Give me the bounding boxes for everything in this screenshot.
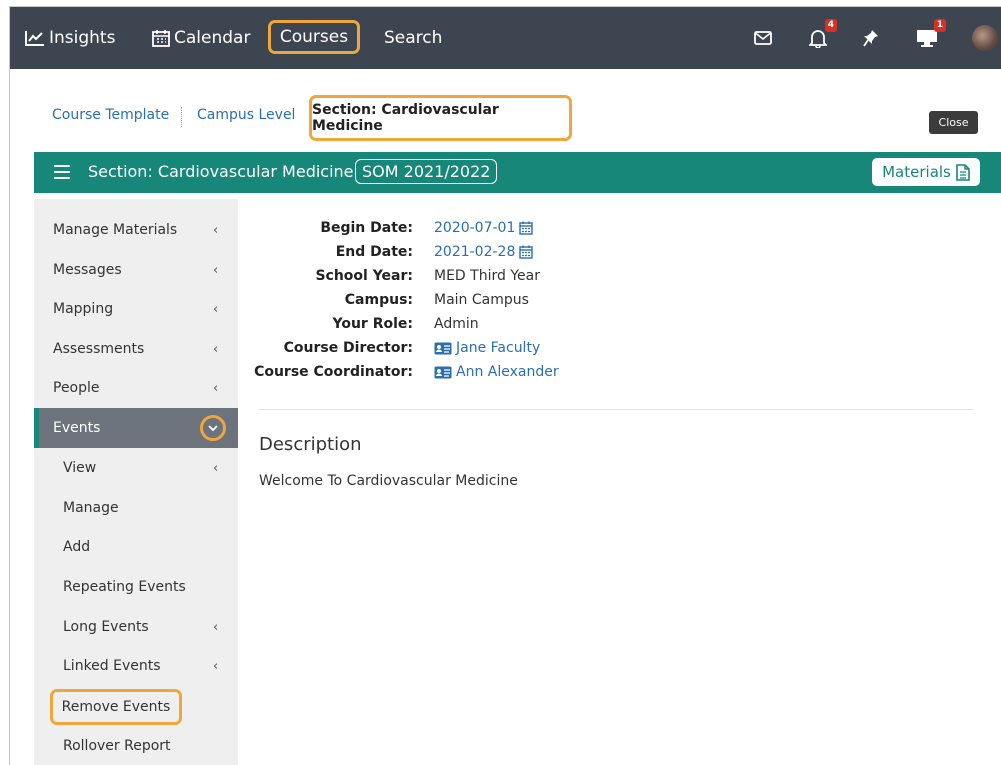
divider xyxy=(259,409,973,410)
nav-calendar-label: Calendar xyxy=(174,28,251,48)
role-label: Your Role: xyxy=(332,316,413,332)
sidebar-subitem-label: Linked Events xyxy=(63,658,161,674)
chevron-left-icon: ‹ xyxy=(213,341,219,357)
materials-button[interactable]: Materials xyxy=(872,158,980,186)
calendar-icon xyxy=(152,30,170,47)
calendar-icon[interactable] xyxy=(519,221,534,235)
mail-icon xyxy=(754,31,772,45)
sidebar-subitem-add[interactable]: Add xyxy=(34,527,238,567)
nav-courses[interactable]: Courses xyxy=(268,20,360,54)
sidebar-item-mapping[interactable]: Mapping ‹ xyxy=(34,289,238,329)
mail-button[interactable] xyxy=(748,23,778,53)
breadcrumb-separator xyxy=(181,107,182,127)
course-coordinator-label: Course Coordinator: xyxy=(254,364,413,380)
breadcrumb-campus-level[interactable]: Campus Level xyxy=(197,107,295,123)
school-year-value: MED Third Year xyxy=(434,268,540,284)
section-header: Section: Cardiovascular Medicine SOM 202… xyxy=(34,152,1001,193)
top-navbar: Insights Calendar Courses Search 4 1 xyxy=(10,7,1001,69)
app-frame: Insights Calendar Courses Search 4 1 Cou… xyxy=(9,6,1001,765)
sidebar-item-label: Assessments xyxy=(53,341,145,357)
role-value: Admin xyxy=(434,316,479,332)
breadcrumb-course-template[interactable]: Course Template xyxy=(52,107,169,123)
breadcrumb-section-label: Section: Cardiovascular Medicine xyxy=(312,102,499,134)
thumbtack-icon xyxy=(863,30,878,47)
notifications-button[interactable]: 4 xyxy=(803,19,837,53)
sidebar-item-events[interactable]: Events xyxy=(34,408,238,448)
begin-date-label: Begin Date: xyxy=(320,220,413,236)
sidebar-item-manage-materials[interactable]: Manage Materials ‹ xyxy=(34,210,238,250)
course-coordinator-name[interactable]: Ann Alexander xyxy=(456,364,559,380)
nav-courses-label: Courses xyxy=(279,27,349,47)
course-director-name[interactable]: Jane Faculty xyxy=(456,340,540,356)
end-date-value: 2021-02-28 xyxy=(434,244,537,260)
course-director-value[interactable]: Jane Faculty xyxy=(434,340,540,356)
nav-insights-label: Insights xyxy=(49,28,116,48)
campus-value: Main Campus xyxy=(434,292,529,308)
active-indicator xyxy=(34,408,39,448)
sidebar-subitem-label: Remove Events xyxy=(61,699,171,715)
breadcrumb-section[interactable]: Section: Cardiovascular Medicine xyxy=(309,95,572,141)
sidebar-item-label: Mapping xyxy=(53,301,114,317)
sidebar-item-label: Events xyxy=(53,420,101,436)
notifications-badge: 4 xyxy=(824,19,837,32)
chevron-left-icon: ‹ xyxy=(213,301,219,317)
nav-insights[interactable]: Insights xyxy=(25,7,115,69)
sidebar-subitem-label: Long Events xyxy=(63,619,149,635)
sidebar-item-label: Manage Materials xyxy=(53,222,178,238)
end-date-label: End Date: xyxy=(335,244,413,260)
sidebar-subitem-linked-events[interactable]: Linked Events ‹ xyxy=(34,646,238,686)
chevron-left-icon: ‹ xyxy=(213,380,219,396)
document-icon xyxy=(956,163,970,181)
sidebar: Manage Materials ‹ Messages ‹ Mapping ‹ … xyxy=(34,199,238,765)
sidebar-subitem-label: Add xyxy=(63,539,91,555)
close-button[interactable]: Close xyxy=(929,111,978,134)
sidebar-item-messages[interactable]: Messages ‹ xyxy=(34,250,238,290)
chevron-left-icon: ‹ xyxy=(213,222,219,238)
end-date-text[interactable]: 2021-02-28 xyxy=(434,244,515,260)
screen-button[interactable]: 1 xyxy=(912,19,946,53)
course-director-label: Course Director: xyxy=(283,340,413,356)
sidebar-subitem-label: Manage xyxy=(63,500,119,516)
pin-button[interactable] xyxy=(856,23,886,53)
sidebar-subitem-label: Rollover Report xyxy=(63,738,171,754)
hamburger-menu-icon[interactable] xyxy=(54,165,70,179)
calendar-icon[interactable] xyxy=(519,245,534,259)
sidebar-item-people[interactable]: People ‹ xyxy=(34,368,238,408)
nav-calendar[interactable]: Calendar xyxy=(152,7,250,69)
begin-date-value: 2020-07-01 xyxy=(434,220,537,236)
sidebar-subitem-manage[interactable]: Manage xyxy=(34,488,238,528)
school-year-label: School Year: xyxy=(315,268,413,284)
course-coordinator-value[interactable]: Ann Alexander xyxy=(434,364,559,380)
sidebar-item-label: People xyxy=(53,380,100,396)
campus-label: Campus: xyxy=(344,292,413,308)
sidebar-subitem-remove-events[interactable]: Remove Events xyxy=(50,689,182,725)
sidebar-item-assessments[interactable]: Assessments ‹ xyxy=(34,329,238,369)
nav-search-label: Search xyxy=(384,28,443,48)
year-badge: SOM 2021/2022 xyxy=(355,159,498,184)
chevron-left-icon: ‹ xyxy=(213,460,219,476)
avatar[interactable] xyxy=(972,25,998,51)
chevron-left-icon: ‹ xyxy=(213,262,219,278)
chevron-left-icon: ‹ xyxy=(213,619,219,635)
contact-card-icon xyxy=(434,366,452,378)
sidebar-subitem-long-events[interactable]: Long Events ‹ xyxy=(34,607,238,647)
materials-label: Materials xyxy=(882,163,951,181)
bell-icon xyxy=(809,30,827,48)
sidebar-item-label: Messages xyxy=(53,262,122,278)
sidebar-subitem-view[interactable]: View ‹ xyxy=(34,448,238,488)
section-title: Section: Cardiovascular Medicine xyxy=(88,162,354,181)
nav-search[interactable]: Search xyxy=(384,7,442,69)
contact-card-icon xyxy=(434,342,452,354)
screen-badge: 1 xyxy=(933,19,946,32)
chevron-left-icon: ‹ xyxy=(213,658,219,674)
sidebar-subitem-repeating-events[interactable]: Repeating Events xyxy=(34,567,238,607)
chevron-down-icon[interactable] xyxy=(200,415,226,441)
sidebar-subitem-label: View xyxy=(63,460,97,476)
description-text: Welcome To Cardiovascular Medicine xyxy=(259,473,518,489)
chart-line-icon xyxy=(25,31,44,46)
sidebar-subitem-rollover-report[interactable]: Rollover Report xyxy=(34,726,238,765)
sidebar-subitem-label: Repeating Events xyxy=(63,579,186,595)
begin-date-text[interactable]: 2020-07-01 xyxy=(434,220,515,236)
description-heading: Description xyxy=(259,434,362,455)
